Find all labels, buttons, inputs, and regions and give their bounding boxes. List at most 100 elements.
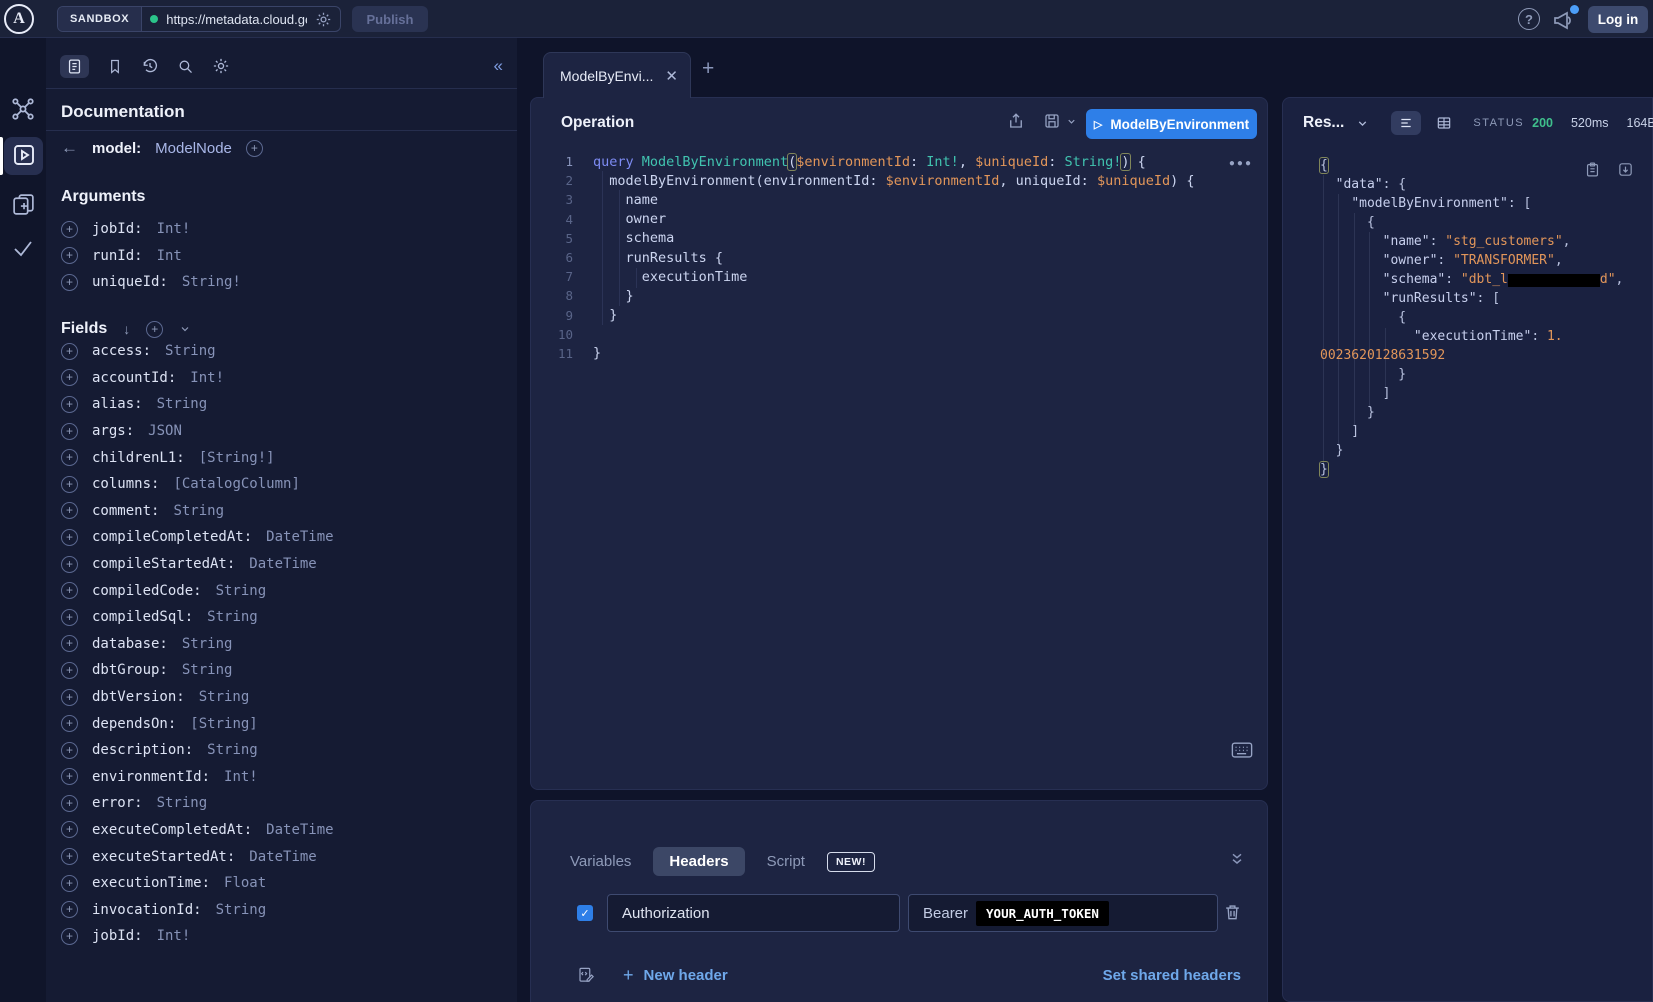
back-arrow-icon[interactable]: ←: [61, 138, 78, 158]
auth-token-value[interactable]: YOUR_AUTH_TOKEN: [976, 901, 1109, 926]
explorer-icon[interactable]: [12, 143, 38, 169]
add-field-to-query-icon[interactable]: +: [61, 848, 78, 865]
raw-view-toggle-icon[interactable]: [1391, 111, 1421, 135]
doc-field-row[interactable]: +compileCompletedAt:DateTime: [46, 524, 517, 551]
add-field-to-query-icon[interactable]: +: [61, 449, 78, 466]
operation-more-options-icon[interactable]: ●●●: [1229, 158, 1253, 169]
doc-field-type-link[interactable]: ModelNode: [155, 140, 232, 157]
publish-button[interactable]: Publish: [352, 6, 428, 32]
search-icon[interactable]: [177, 58, 194, 75]
add-field-to-query-icon[interactable]: +: [61, 529, 78, 546]
doc-field-row[interactable]: +accountId:Int!: [46, 365, 517, 392]
set-shared-headers-link[interactable]: Set shared headers: [1103, 967, 1241, 984]
header-enabled-checkbox[interactable]: ✓: [577, 905, 593, 921]
new-header-button[interactable]: + New header: [623, 965, 728, 986]
collapse-bottom-panel-icon[interactable]: [1229, 851, 1245, 867]
add-field-to-query-icon[interactable]: +: [61, 821, 78, 838]
operation-tab[interactable]: ModelByEnvi... ✕: [543, 52, 691, 98]
doc-field-row[interactable]: +invocationId:String: [46, 896, 517, 923]
doc-field-row[interactable]: +compiledSql:String: [46, 604, 517, 631]
doc-field-row[interactable]: +jobId:Int!: [46, 923, 517, 950]
tab-variables[interactable]: Variables: [570, 853, 631, 870]
doc-field-row[interactable]: +executeStartedAt:DateTime: [46, 843, 517, 870]
documentation-tab-icon[interactable]: [60, 55, 89, 78]
add-field-to-query-icon[interactable]: +: [61, 689, 78, 706]
doc-field-row[interactable]: +error:String: [46, 790, 517, 817]
doc-field-row[interactable]: +args:JSON: [46, 418, 517, 445]
doc-field-row[interactable]: +runId:Int: [46, 243, 517, 270]
doc-field-row[interactable]: +compiledCode:String: [46, 577, 517, 604]
doc-field-row[interactable]: +environmentId:Int!: [46, 764, 517, 791]
add-field-to-query-icon[interactable]: +: [61, 221, 78, 238]
endpoint-url-input[interactable]: https://metadata.cloud.get: [142, 7, 340, 31]
keyboard-shortcuts-icon[interactable]: [1231, 741, 1253, 759]
add-field-to-query-icon[interactable]: +: [61, 369, 78, 386]
delete-header-icon[interactable]: [1223, 902, 1242, 922]
code-token: }: [1320, 443, 1343, 458]
login-button[interactable]: Log in: [1588, 6, 1648, 33]
add-field-to-query-icon[interactable]: +: [61, 715, 78, 732]
add-field-to-query-icon[interactable]: +: [61, 502, 78, 519]
doc-field-row[interactable]: +dbtGroup:String: [46, 657, 517, 684]
add-field-to-query-icon[interactable]: +: [61, 928, 78, 945]
bookmarks-icon[interactable]: [107, 58, 123, 75]
apollo-logo[interactable]: A: [4, 4, 34, 34]
run-operation-button[interactable]: ▷ ModelByEnvironment: [1086, 109, 1257, 139]
add-field-to-query-icon[interactable]: +: [61, 795, 78, 812]
doc-field-row[interactable]: +dependsOn:[String]: [46, 710, 517, 737]
graphql-editor[interactable]: 1query ModelByEnvironment($environmentId…: [531, 152, 1231, 363]
header-name-input[interactable]: Authorization: [607, 894, 900, 932]
schema-graph-icon[interactable]: [10, 96, 36, 122]
add-field-to-query-icon[interactable]: +: [61, 247, 78, 264]
doc-field-row[interactable]: +executionTime:Float: [46, 870, 517, 897]
help-icon[interactable]: ?: [1518, 8, 1540, 30]
doc-field-row[interactable]: +comment:String: [46, 498, 517, 525]
response-dropdown-chevron-icon[interactable]: [1356, 117, 1369, 130]
add-field-to-query-icon[interactable]: +: [61, 768, 78, 785]
add-all-fields-icon[interactable]: +: [146, 321, 163, 338]
add-field-to-query-icon[interactable]: +: [61, 609, 78, 626]
add-field-to-query-icon[interactable]: +: [61, 582, 78, 599]
add-field-to-query-icon[interactable]: +: [61, 742, 78, 759]
doc-field-row[interactable]: +description:String: [46, 737, 517, 764]
add-field-to-query-icon[interactable]: +: [61, 274, 78, 291]
add-field-to-query-icon[interactable]: +: [61, 875, 78, 892]
add-field-to-query-icon[interactable]: +: [61, 396, 78, 413]
chevron-down-icon[interactable]: [179, 323, 191, 335]
doc-field-row[interactable]: +jobId:Int!: [46, 216, 517, 243]
edit-raw-headers-icon[interactable]: [577, 966, 595, 985]
add-field-to-query-icon[interactable]: +: [61, 423, 78, 440]
doc-field-row[interactable]: +access:String: [46, 338, 517, 365]
doc-field-row[interactable]: +database:String: [46, 631, 517, 658]
new-tab-icon[interactable]: +: [702, 57, 714, 81]
close-tab-icon[interactable]: ✕: [665, 67, 678, 85]
save-operation-button[interactable]: [1043, 112, 1077, 130]
doc-settings-gear-icon[interactable]: [212, 57, 230, 75]
sort-fields-icon[interactable]: ↓: [123, 321, 130, 337]
add-field-to-query-icon[interactable]: +: [61, 635, 78, 652]
checklist-docs-icon[interactable]: [11, 192, 37, 218]
add-field-to-query-icon[interactable]: +: [61, 476, 78, 493]
code-token: query: [593, 154, 642, 170]
collapse-doc-panel-icon[interactable]: «: [494, 56, 503, 76]
add-field-to-query-icon[interactable]: +: [61, 662, 78, 679]
endpoint-settings-gear-icon[interactable]: [315, 11, 332, 28]
add-field-to-query-icon[interactable]: +: [61, 901, 78, 918]
header-value-input[interactable]: Bearer YOUR_AUTH_TOKEN: [908, 894, 1218, 932]
doc-field-row[interactable]: +childrenL1:[String!]: [46, 444, 517, 471]
checks-icon[interactable]: [10, 236, 36, 262]
history-icon[interactable]: [141, 57, 159, 75]
share-operation-icon[interactable]: [1007, 112, 1025, 130]
doc-field-row[interactable]: +columns:[CatalogColumn]: [46, 471, 517, 498]
add-field-to-query-icon[interactable]: +: [246, 140, 263, 157]
add-field-to-query-icon[interactable]: +: [61, 343, 78, 360]
tab-headers[interactable]: Headers: [653, 847, 744, 876]
doc-field-row[interactable]: +executeCompletedAt:DateTime: [46, 817, 517, 844]
tab-script[interactable]: Script: [767, 853, 805, 870]
doc-field-row[interactable]: +alias:String: [46, 391, 517, 418]
doc-field-row[interactable]: +compileStartedAt:DateTime: [46, 551, 517, 578]
add-field-to-query-icon[interactable]: +: [61, 556, 78, 573]
table-view-toggle-icon[interactable]: [1435, 115, 1453, 131]
doc-field-row[interactable]: +uniqueId:String!: [46, 269, 517, 296]
doc-field-row[interactable]: +dbtVersion:String: [46, 684, 517, 711]
